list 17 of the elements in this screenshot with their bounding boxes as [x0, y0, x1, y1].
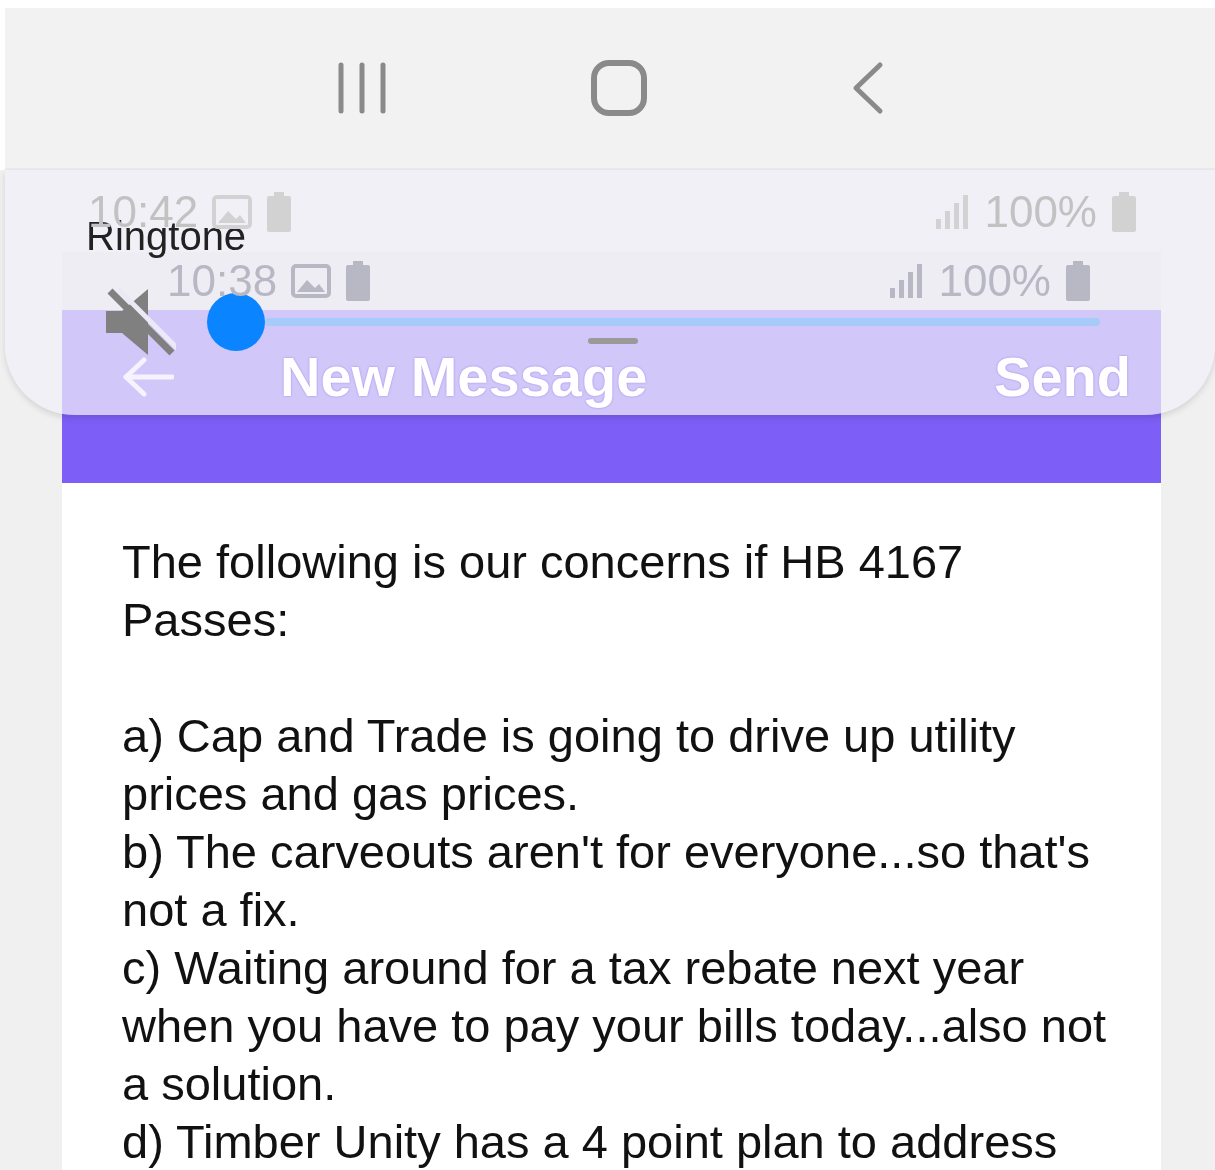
battery-icon [345, 261, 372, 301]
image-icon [291, 264, 332, 298]
battery-icon [1111, 192, 1137, 232]
signal-icon [934, 195, 971, 229]
send-button[interactable]: Send [994, 348, 1131, 405]
message-paragraph: d) Timber Unity has a 4 point plan to address [122, 1114, 1059, 1170]
message-paragraph: c) Waiting around for a tax rebate next year when you have to pay your bills today...also not a solution. [122, 940, 1108, 1112]
home-icon[interactable] [591, 60, 647, 116]
signal-icon [888, 264, 925, 298]
message-paragraph: The following is our concerns if HB 4167 Passes: [122, 534, 965, 648]
message-paragraph: b) The carveouts aren't for everyone...so that's not a fix. [122, 824, 1092, 938]
battery-icon [266, 192, 293, 232]
status-time: 10:38 [167, 256, 278, 306]
message-paragraph: a) Cap and Trade is going to drive up utility prices and gas prices. [122, 708, 1017, 822]
recent-apps-icon[interactable] [336, 61, 389, 115]
battery-icon [1065, 261, 1091, 301]
drag-handle[interactable] [588, 338, 638, 344]
